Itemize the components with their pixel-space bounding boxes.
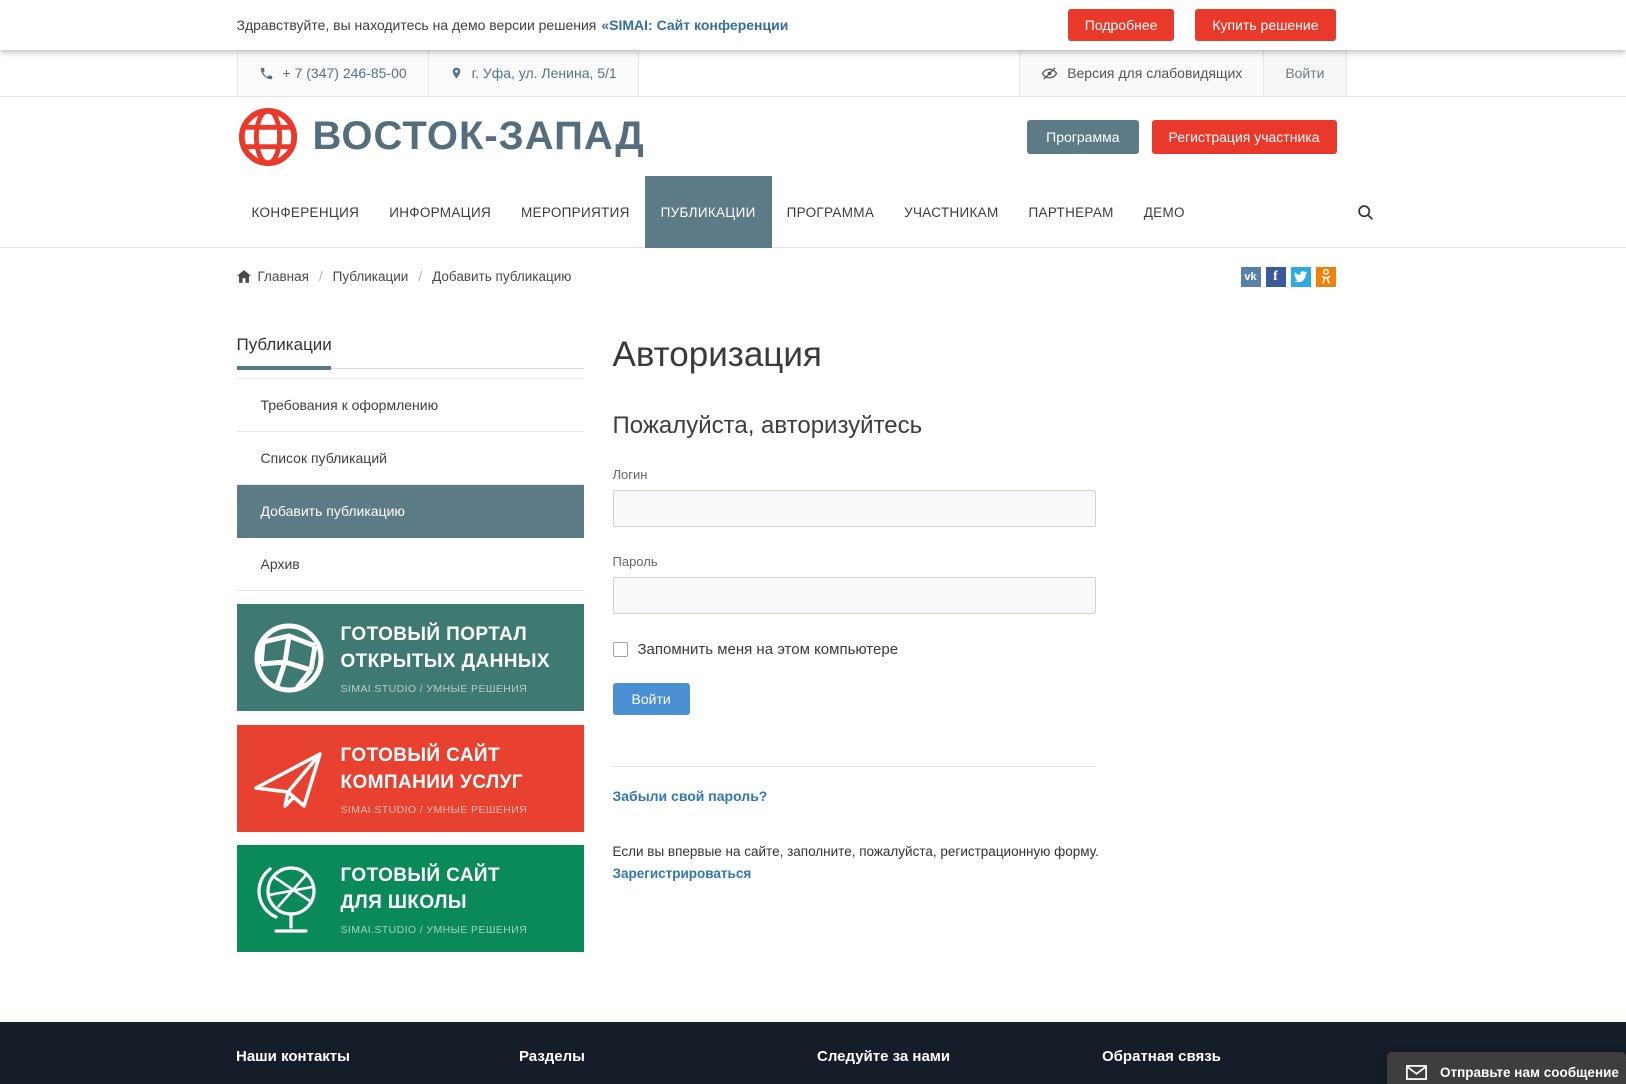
search-button[interactable] [1349, 176, 1382, 248]
sidebar-item-requirements[interactable]: Требования к оформлению [237, 379, 584, 432]
login-input[interactable] [613, 490, 1096, 527]
auth-section: Авторизация Пожалуйста, авторизуйтесь Ло… [613, 335, 1390, 952]
banner-open-data-portal[interactable]: ГОТОВЫЙ ПОРТАЛ ОТКРЫТЫХ ДАННЫХ SIMAI.STU… [237, 604, 584, 711]
site-logo[interactable]: ВОСТОК-ЗАПАД [237, 106, 645, 168]
twitter-share-icon[interactable] [1291, 267, 1311, 287]
submit-login-button[interactable]: Войти [613, 683, 690, 715]
page-title: Авторизация [613, 335, 1390, 375]
footer-heading-feedback: Обратная связь [1102, 1048, 1221, 1065]
banner-title-line: КОМПАНИИ УСЛУГ [341, 769, 528, 796]
login-link-label: Войти [1285, 65, 1324, 81]
nav-item-information[interactable]: ИНФОРМАЦИЯ [374, 176, 506, 248]
registration-hint-text: Если вы впервые на сайте, заполните, пож… [613, 844, 1133, 859]
breadcrumb-separator: / [319, 269, 323, 284]
nav-item-publications[interactable]: ПУБЛИКАЦИИ [645, 176, 772, 248]
phone-cell[interactable]: + 7 (347) 246-85-00 [237, 50, 429, 96]
banner-title-line: ГОТОВЫЙ САЙТ [341, 862, 528, 889]
register-link[interactable]: Зарегистрироваться [613, 866, 752, 881]
forgot-password-link[interactable]: Забыли свой пароль? [613, 788, 768, 804]
password-input[interactable] [613, 577, 1096, 614]
program-button[interactable]: Программа [1027, 120, 1138, 154]
phone-number: + 7 (347) 246-85-00 [283, 65, 407, 81]
nav-item-demo[interactable]: ДЕМО [1129, 176, 1200, 248]
details-button[interactable]: Подробнее [1068, 9, 1175, 41]
banner-title-line: ГОТОВЫЙ САЙТ [341, 742, 528, 769]
banner-subtitle: SIMAI.STUDIO / УМНЫЕ РЕШЕНИЯ [341, 804, 528, 816]
nav-item-participants[interactable]: УЧАСТНИКАМ [889, 176, 1013, 248]
nav-item-program[interactable]: ПРОГРАММА [772, 176, 890, 248]
search-icon [1357, 204, 1374, 221]
site-header: ВОСТОК-ЗАПАД Программа Регистрация участ… [0, 97, 1626, 176]
demo-solution-link[interactable]: «SIMAI: Сайт конференции [601, 17, 788, 33]
banner-school-site[interactable]: ГОТОВЫЙ САЙТ ДЛЯ ШКОЛЫ SIMAI.STUDIO / УМ… [237, 845, 584, 952]
share-buttons: vk f [1241, 267, 1336, 287]
paper-plane-icon [252, 744, 326, 814]
site-name: ВОСТОК-ЗАПАД [313, 114, 645, 159]
banner-subtitle: SIMAI.STUDIO / УМНЫЕ РЕШЕНИЯ [341, 683, 550, 695]
footer-heading-follow: Следуйте за нами [817, 1048, 1102, 1065]
sidebar: Публикации Требования к оформлению Списо… [237, 335, 584, 952]
login-link[interactable]: Войти [1264, 50, 1346, 96]
envelope-icon [1406, 1065, 1427, 1080]
facebook-share-icon[interactable]: f [1266, 267, 1286, 287]
register-participant-button[interactable]: Регистрация участника [1152, 120, 1337, 154]
remember-me-label: Запомнить меня на этом компьютере [638, 641, 899, 658]
sidebar-item-add-publication[interactable]: Добавить публикацию [237, 485, 584, 538]
remember-me-checkbox[interactable] [613, 642, 628, 657]
auth-subtitle: Пожалуйста, авторизуйтесь [613, 412, 1390, 440]
breadcrumb-publications[interactable]: Публикации [333, 269, 409, 284]
footer-heading-contacts: Наши контакты [236, 1048, 519, 1065]
form-divider [613, 766, 1096, 767]
nav-item-events[interactable]: МЕРОПРИЯТИЯ [506, 176, 645, 248]
network-globe-icon [249, 618, 329, 698]
breadcrumb-current: Добавить публикацию [432, 269, 571, 284]
demo-top-bar: Здравствуйте, вы находитесь на демо верс… [0, 0, 1626, 50]
banner-title-line: ГОТОВЫЙ ПОРТАЛ [341, 621, 550, 648]
banner-title-line: ОТКРЫТЫХ ДАННЫХ [341, 648, 550, 675]
location-pin-icon [450, 65, 463, 81]
home-icon [237, 270, 251, 283]
send-message-widget[interactable]: Отправьте нам сообщение [1387, 1052, 1626, 1084]
odnoklassniki-share-icon[interactable] [1316, 267, 1336, 287]
accessibility-version-link[interactable]: Версия для слабовидящих [1019, 50, 1264, 96]
password-label: Пароль [613, 554, 1390, 569]
sidebar-title: Публикации [237, 335, 584, 369]
eye-slash-icon [1041, 67, 1058, 80]
footer-heading-sections: Разделы [519, 1048, 817, 1065]
banner-title-line: ДЛЯ ШКОЛЫ [341, 889, 528, 916]
banner-services-site[interactable]: ГОТОВЫЙ САЙТ КОМПАНИИ УСЛУГ SIMAI.STUDIO… [237, 725, 584, 832]
nav-item-partners[interactable]: ПАРТНЕРАМ [1014, 176, 1129, 248]
nav-item-conference[interactable]: КОНФЕРЕНЦИЯ [237, 176, 375, 248]
address-cell[interactable]: г. Уфа, ул. Ленина, 5/1 [429, 50, 639, 96]
main-nav: КОНФЕРЕНЦИЯ ИНФОРМАЦИЯ МЕРОПРИЯТИЯ ПУБЛИ… [0, 176, 1626, 248]
breadcrumb: Главная / Публикации / Добавить публикац… [237, 269, 572, 284]
send-message-label: Отправьте нам сообщение [1440, 1065, 1619, 1080]
sidebar-item-archive[interactable]: Архив [237, 538, 584, 591]
vk-share-icon[interactable]: vk [1241, 267, 1261, 287]
sidebar-menu: Требования к оформлению Список публикаци… [237, 378, 584, 591]
school-globe-icon [254, 861, 324, 937]
banner-subtitle: SIMAI.STUDIO / УМНЫЕ РЕШЕНИЯ [341, 924, 528, 936]
sidebar-item-publication-list[interactable]: Список публикаций [237, 432, 584, 485]
phone-icon [259, 66, 274, 81]
page-content: Публикации Требования к оформлению Списо… [237, 305, 1390, 952]
footer: Наши контакты Разделы Следуйте за нами О… [0, 1022, 1626, 1084]
breadcrumb-home[interactable]: Главная [237, 269, 309, 284]
accessibility-label: Версия для слабовидящих [1067, 65, 1242, 81]
demo-greeting-text: Здравствуйте, вы находитесь на демо верс… [237, 17, 597, 33]
breadcrumb-separator: / [418, 269, 422, 284]
login-label: Логин [613, 467, 1390, 482]
globe-logo-icon [237, 106, 299, 168]
address-text: г. Уфа, ул. Ленина, 5/1 [472, 65, 617, 81]
buy-solution-button[interactable]: Купить решение [1195, 9, 1335, 41]
breadcrumb-row: Главная / Публикации / Добавить публикац… [0, 248, 1626, 305]
info-bar: + 7 (347) 246-85-00 г. Уфа, ул. Ленина, … [0, 50, 1626, 97]
